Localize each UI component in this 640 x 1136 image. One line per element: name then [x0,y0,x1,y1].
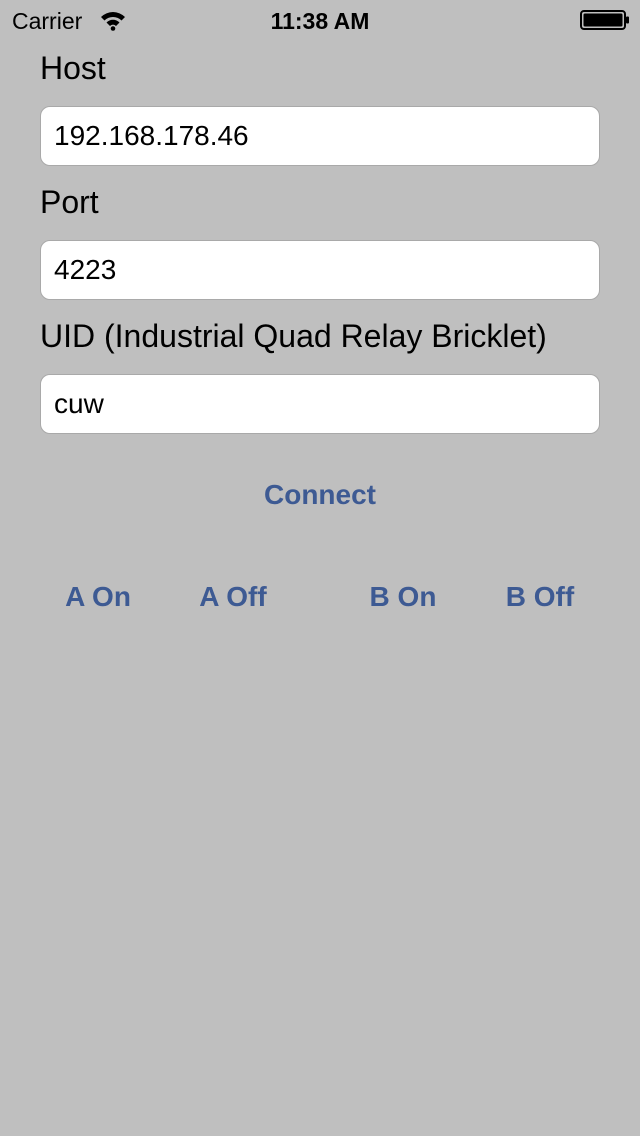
port-label: Port [40,184,99,220]
b-on-button[interactable]: B On [343,578,463,616]
a-off-button[interactable]: A Off [173,578,293,616]
port-input[interactable] [40,240,600,300]
b-off-button[interactable]: B Off [480,578,600,616]
uid-input[interactable] [40,374,600,434]
clock-time: 11:38 AM [270,8,370,34]
a-on-button[interactable]: A On [38,578,158,616]
host-input[interactable] [40,106,600,166]
status-bar: Carrier 11:38 AM [0,0,640,40]
host-label: Host [40,50,106,86]
connect-button[interactable]: Connect [220,476,420,514]
uid-label: UID (Industrial Quad Relay Bricklet) [40,318,547,354]
battery-icon [580,10,629,30]
